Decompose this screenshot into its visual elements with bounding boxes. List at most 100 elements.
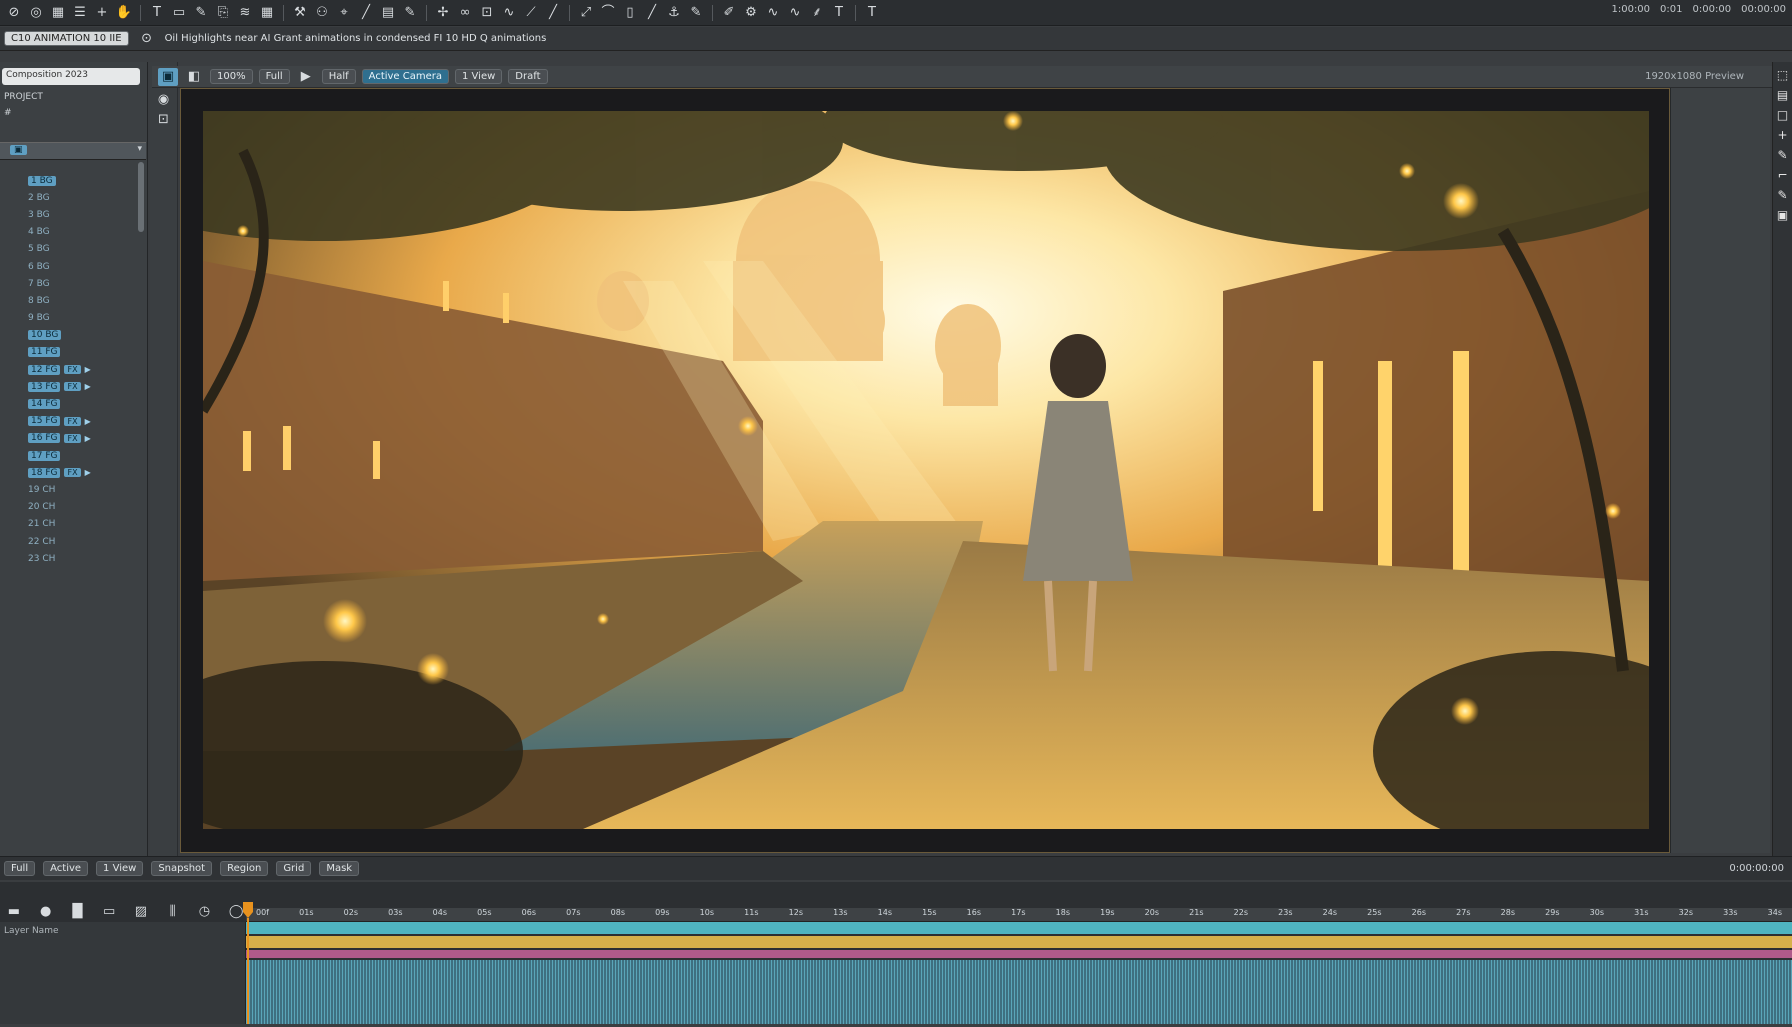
viewer-option[interactable]: Full xyxy=(4,861,36,876)
fx-badge[interactable]: FX xyxy=(64,433,81,443)
layer-row[interactable]: 7 BG xyxy=(8,275,144,292)
settings-icon[interactable]: ⊙ xyxy=(137,30,157,48)
add-icon[interactable]: + xyxy=(92,4,112,22)
wave-icon[interactable]: ∿ xyxy=(785,4,805,22)
expand-arrow-icon[interactable]: ▶ xyxy=(85,365,91,374)
fx-badge[interactable]: FX xyxy=(64,468,81,478)
lock-icon[interactable]: ⊡ xyxy=(154,110,174,128)
pen-icon[interactable]: ✎ xyxy=(686,4,706,22)
layer-row[interactable]: 14 FG xyxy=(8,395,144,412)
layer-row[interactable]: 8 BG xyxy=(8,292,144,309)
feather-icon[interactable]: ⸙ xyxy=(807,4,827,22)
grid-icon[interactable]: ▦ xyxy=(48,4,68,22)
link-icon[interactable]: ∞ xyxy=(455,4,475,22)
playhead[interactable] xyxy=(242,902,254,1024)
select-icon[interactable]: ⊘ xyxy=(4,4,24,22)
search-input[interactable]: Composition 2023 xyxy=(2,68,140,85)
curve-icon[interactable]: ⌒ xyxy=(598,4,618,22)
expand-arrow-icon[interactable]: ▶ xyxy=(85,417,91,426)
layer-row[interactable]: 6 BG xyxy=(8,258,144,275)
layer-row[interactable]: 13 FG FX ▶ xyxy=(8,378,144,395)
wave-icon[interactable]: ∿ xyxy=(763,4,783,22)
viewer-option[interactable]: Active xyxy=(43,861,89,876)
time-ruler[interactable]: 00f 01s 02s 03s 04s 05s 06s 07s 08s 09s 10s 11s 12s 1… xyxy=(246,908,1792,922)
clock-icon[interactable]: ◷ xyxy=(195,902,215,920)
quality-select[interactable]: Half xyxy=(321,69,356,84)
puppet-icon[interactable]: ✢ xyxy=(433,4,453,22)
wave-icon[interactable]: ∿ xyxy=(499,4,519,22)
ellipse-icon[interactable]: ● xyxy=(36,902,56,920)
project-chip[interactable]: C10 ANIMATION 10 IIE xyxy=(4,31,129,46)
layer-row[interactable]: 15 FG FX ▶ xyxy=(8,413,144,430)
plus-icon[interactable]: + xyxy=(1775,128,1791,142)
stamp-icon[interactable]: ⎘ xyxy=(213,4,233,22)
vector-icon[interactable]: ⟋ xyxy=(521,4,541,22)
solid-icon[interactable]: █ xyxy=(68,902,88,920)
tool-icon[interactable]: ⚙ xyxy=(741,4,761,22)
collapse-icon[interactable]: ▾ xyxy=(137,144,142,154)
audio-waveform[interactable] xyxy=(246,960,1792,1024)
layer-row[interactable]: 12 FG FX ▶ xyxy=(8,361,144,378)
pen-icon[interactable]: ✎ xyxy=(1775,188,1791,202)
pin-icon[interactable]: ⌖ xyxy=(334,4,354,22)
crop-icon[interactable]: □ xyxy=(1775,108,1791,122)
composition-viewer[interactable] xyxy=(180,88,1670,853)
brush-icon[interactable]: ≋ xyxy=(235,4,255,22)
line-icon[interactable]: ╱ xyxy=(356,4,376,22)
viewer-option[interactable]: Mask xyxy=(319,861,360,876)
layer-row[interactable]: 10 BG xyxy=(8,327,144,344)
views-select[interactable]: 1 View xyxy=(455,69,503,84)
track-bar[interactable] xyxy=(246,950,1792,958)
layer-row[interactable]: 22 CH xyxy=(8,533,144,550)
layer-row[interactable]: 5 BG xyxy=(8,241,144,258)
eye-icon[interactable]: ◉ xyxy=(154,90,174,108)
scrollbar[interactable] xyxy=(138,162,144,232)
layer-row[interactable]: 18 FG FX ▶ xyxy=(8,464,144,481)
viewer-option[interactable]: Grid xyxy=(276,861,312,876)
layer-row[interactable]: 3 BG xyxy=(8,206,144,223)
resolution-select[interactable]: Full xyxy=(258,69,290,84)
zoom-select[interactable]: 100% xyxy=(210,69,253,84)
layer-row[interactable]: 17 FG xyxy=(8,447,144,464)
expand-arrow-icon[interactable]: ▶ xyxy=(85,468,91,477)
renderer-select[interactable]: Draft xyxy=(508,69,548,84)
camera-icon[interactable]: ◧ xyxy=(184,68,204,86)
lock-icon[interactable]: ⊡ xyxy=(477,4,497,22)
grid-icon[interactable]: ▦ xyxy=(257,4,277,22)
pen-icon[interactable]: ✎ xyxy=(1775,148,1791,162)
folder-row[interactable]: ▣ ▾ xyxy=(0,142,146,160)
fx-badge[interactable]: FX xyxy=(64,416,81,426)
viewer-option[interactable]: Region xyxy=(220,861,269,876)
layer-row[interactable]: 16 FG FX ▶ xyxy=(8,430,144,447)
align-icon[interactable]: ☰ xyxy=(70,4,90,22)
target-icon[interactable]: ◎ xyxy=(26,4,46,22)
track-bar[interactable] xyxy=(246,936,1792,948)
layer-row[interactable]: 9 BG xyxy=(8,310,144,327)
doc-icon[interactable]: ▤ xyxy=(378,4,398,22)
fx-badge[interactable]: FX xyxy=(64,382,81,392)
viewer-option[interactable]: 1 View xyxy=(96,861,144,876)
layer-row[interactable]: 2 BG xyxy=(8,189,144,206)
trim-icon[interactable]: ⌐ xyxy=(1775,168,1791,182)
text-icon[interactable]: T xyxy=(862,4,882,22)
edit-icon[interactable]: ✐ xyxy=(719,4,739,22)
shape-icon[interactable]: ▭ xyxy=(99,902,119,920)
hand-icon[interactable]: ✋ xyxy=(114,4,134,22)
camera-select[interactable]: Active Camera xyxy=(361,69,450,84)
layer-row[interactable]: 11 FG xyxy=(8,344,144,361)
layer-row[interactable]: 21 CH xyxy=(8,516,144,533)
pen-icon[interactable]: ✎ xyxy=(191,4,211,22)
text-icon[interactable]: T xyxy=(829,4,849,22)
play-icon[interactable]: ▶ xyxy=(296,68,316,86)
text-icon[interactable]: T xyxy=(147,4,167,22)
expand-arrow-icon[interactable]: ▶ xyxy=(85,434,91,443)
rect-icon[interactable]: ▬ xyxy=(4,902,24,920)
lock-icon[interactable]: ▣ xyxy=(1775,208,1791,222)
page-icon[interactable]: ▯ xyxy=(620,4,640,22)
line-icon[interactable]: ╱ xyxy=(642,4,662,22)
layer-row[interactable]: 4 BG xyxy=(8,224,144,241)
viewer-option[interactable]: Snapshot xyxy=(151,861,213,876)
pen-icon[interactable]: ✎ xyxy=(400,4,420,22)
doc-icon[interactable]: ▤ xyxy=(1775,88,1791,102)
expand-arrow-icon[interactable]: ▶ xyxy=(85,382,91,391)
